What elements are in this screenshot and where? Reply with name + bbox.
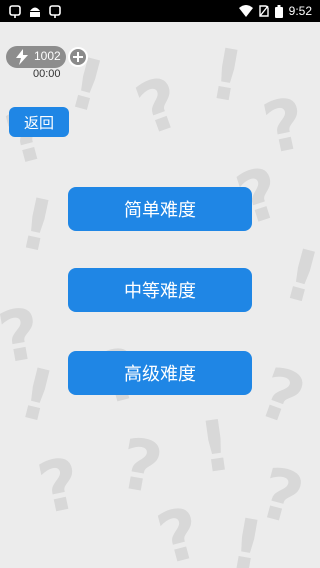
status-time: 9:52	[288, 4, 312, 18]
svg-text:!: !	[224, 502, 270, 568]
svg-text:!: !	[204, 32, 250, 118]
android-icon	[30, 7, 40, 17]
svg-text:?: ?	[249, 351, 315, 442]
status-left-icons	[0, 4, 62, 18]
lightning-bolt-icon	[16, 49, 28, 65]
energy-timer: 00:00	[33, 68, 61, 80]
svg-text:!: !	[276, 233, 320, 320]
back-button[interactable]: 返回	[9, 107, 69, 137]
app-icon	[9, 5, 21, 18]
svg-text:!: !	[13, 182, 61, 269]
svg-text:!: !	[194, 404, 237, 490]
energy-value: 1002	[34, 49, 61, 63]
svg-text:?: ?	[114, 422, 168, 510]
status-right-icons: 9:52	[238, 4, 320, 18]
medium-level-button[interactable]: 中等难度	[68, 268, 252, 312]
easy-level-button[interactable]: 简单难度	[68, 187, 252, 231]
svg-text:?: ?	[126, 61, 192, 152]
svg-text:?: ?	[31, 442, 88, 531]
energy-counter: 1002	[6, 46, 66, 68]
add-energy-button[interactable]	[68, 47, 88, 67]
svg-text:?: ?	[149, 491, 209, 568]
wifi-icon	[238, 5, 253, 17]
battery-icon	[274, 4, 283, 18]
status-bar: 9:52	[0, 0, 320, 22]
no-sim-icon	[258, 5, 269, 17]
app-icon	[49, 5, 61, 18]
hard-level-button[interactable]: 高级难度	[68, 351, 252, 395]
